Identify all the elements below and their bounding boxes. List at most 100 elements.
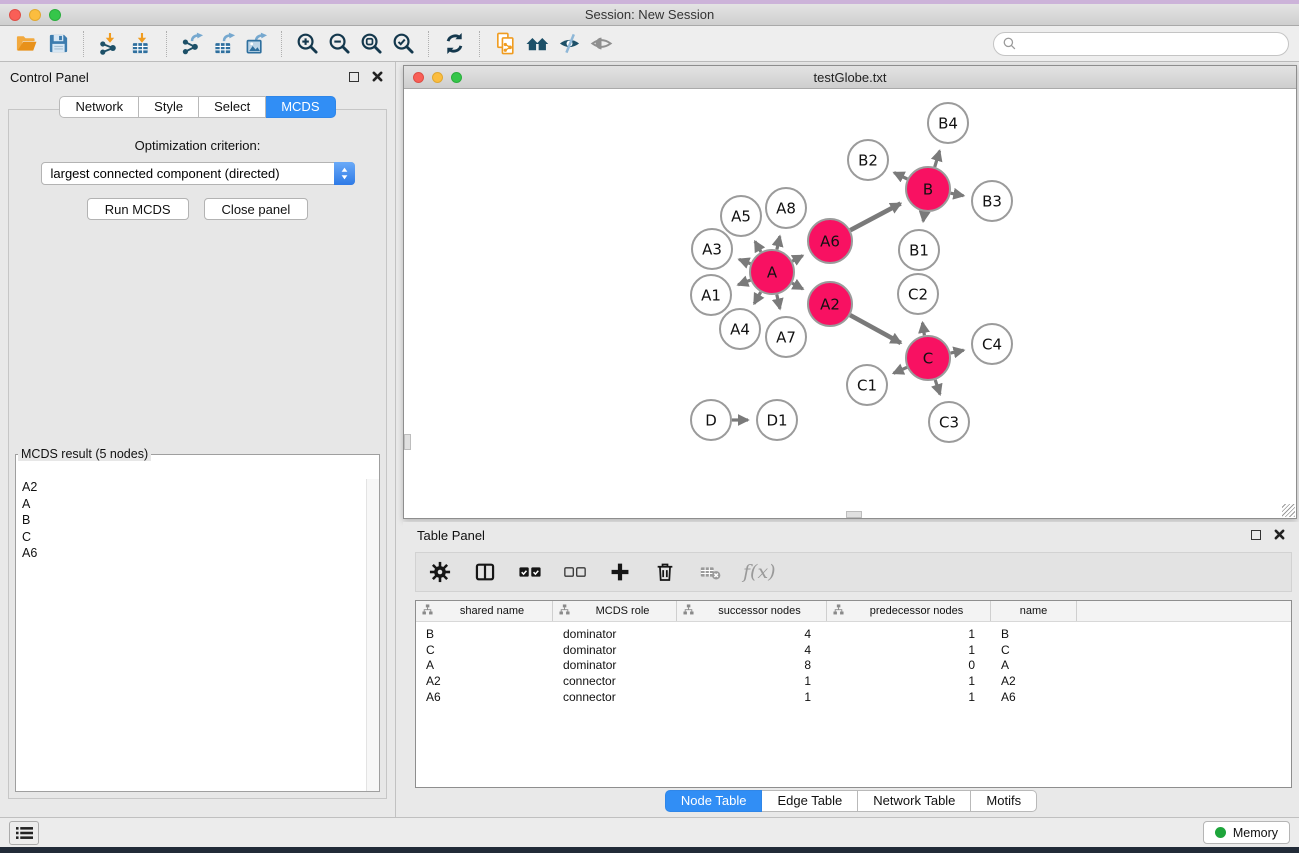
column-header-MCDS-role[interactable]: MCDS role <box>553 601 677 621</box>
export-network-icon[interactable] <box>176 30 208 58</box>
graph-node-A[interactable]: A <box>750 250 794 294</box>
table-tab-node-table[interactable]: Node Table <box>665 790 763 812</box>
graph-edge-C-C2[interactable] <box>923 323 925 336</box>
graph-edge-A-A4[interactable] <box>754 292 761 304</box>
graph-node-A6[interactable]: A6 <box>808 219 852 263</box>
graph-edge-B-B1[interactable] <box>923 212 924 222</box>
graph-edge-A-A3[interactable] <box>739 259 750 263</box>
close-panel-icon[interactable] <box>372 71 383 82</box>
table-row[interactable]: Adominator80A <box>416 658 1291 674</box>
run-mcds-button[interactable]: Run MCDS <box>87 198 189 220</box>
zoom-fit-icon[interactable] <box>355 30 387 58</box>
graph-node-A4[interactable]: A4 <box>720 309 760 349</box>
create-column-icon[interactable] <box>608 560 632 584</box>
close-window-button[interactable] <box>9 9 21 21</box>
graph-edge-A6-B[interactable] <box>850 204 900 231</box>
graph-edge-A-A5[interactable] <box>755 241 761 252</box>
graph-edge-B-B3[interactable] <box>951 193 964 196</box>
graph-node-B[interactable]: B <box>906 167 950 211</box>
mcds-result-item[interactable]: B <box>17 512 378 529</box>
zoom-selected-icon[interactable] <box>387 30 419 58</box>
close-panel-button[interactable]: Close panel <box>204 198 309 220</box>
graph-node-B3[interactable]: B3 <box>972 181 1012 221</box>
network-canvas[interactable]: A A1 A2 A3 A4 A5 A6 A7 A8 B B1 B2 B3B4 C C1 C2 C3C4 D D1 <box>404 90 1296 518</box>
graph-edge-C-C4[interactable] <box>951 350 964 353</box>
save-session-icon[interactable] <box>42 30 74 58</box>
table-tab-motifs[interactable]: Motifs <box>971 790 1037 812</box>
search-field[interactable] <box>993 32 1289 56</box>
float-table-panel-icon[interactable] <box>1251 530 1261 540</box>
float-panel-icon[interactable] <box>349 72 359 82</box>
network-minimize-button[interactable] <box>432 72 443 83</box>
search-input[interactable] <box>1022 37 1280 51</box>
graph-edge-B-B4[interactable] <box>935 151 940 167</box>
graph-edge-C-C3[interactable] <box>935 380 940 395</box>
zoom-out-icon[interactable] <box>323 30 355 58</box>
graph-edge-A-A6[interactable] <box>792 256 802 262</box>
graph-node-A2[interactable]: A2 <box>808 282 852 326</box>
zoom-window-button[interactable] <box>49 9 61 21</box>
graph-node-A7[interactable]: A7 <box>766 317 806 357</box>
mcds-result-item[interactable]: A <box>17 496 378 513</box>
window-resize-grip[interactable] <box>1282 504 1295 517</box>
graph-node-C[interactable]: C <box>906 336 950 380</box>
graph-node-D1[interactable]: D1 <box>757 400 797 440</box>
show-all-icon[interactable] <box>585 30 617 58</box>
column-header-predecessor-nodes[interactable]: predecessor nodes <box>827 601 991 621</box>
task-history-button[interactable] <box>9 821 39 845</box>
tab-select[interactable]: Select <box>199 96 266 118</box>
graph-node-A3[interactable]: A3 <box>692 229 732 269</box>
result-list-scrollbar[interactable] <box>366 479 379 791</box>
hide-selected-icon[interactable] <box>553 30 585 58</box>
graph-node-C3[interactable]: C3 <box>929 402 969 442</box>
mcds-result-item[interactable]: A6 <box>17 545 378 562</box>
show-columns-icon[interactable] <box>473 560 497 584</box>
tab-style[interactable]: Style <box>139 96 199 118</box>
column-header-successor-nodes[interactable]: successor nodes <box>677 601 827 621</box>
first-neighbors-icon[interactable] <box>521 30 553 58</box>
open-session-icon[interactable] <box>10 30 42 58</box>
import-network-icon[interactable] <box>93 30 125 58</box>
memory-button[interactable]: Memory <box>1203 821 1290 844</box>
unselect-all-columns-icon[interactable] <box>563 560 587 584</box>
mcds-result-item[interactable]: C <box>17 529 378 546</box>
graph-node-A8[interactable]: A8 <box>766 188 806 228</box>
graph-node-C2[interactable]: C2 <box>898 274 938 314</box>
select-all-columns-icon[interactable] <box>518 560 542 584</box>
tab-network[interactable]: Network <box>59 96 139 118</box>
graph-edge-A-A7[interactable] <box>777 295 780 309</box>
horizontal-scroll-handle[interactable] <box>846 511 862 518</box>
mcds-result-list[interactable]: A2ABCA6 <box>17 479 378 790</box>
graph-node-A1[interactable]: A1 <box>691 275 731 315</box>
table-row[interactable]: Bdominator41B <box>416 626 1291 642</box>
refresh-icon[interactable] <box>438 30 470 58</box>
network-graph[interactable]: A A1 A2 A3 A4 A5 A6 A7 A8 B B1 B2 B3B4 C C1 C2 C3C4 D D1 <box>404 90 1296 518</box>
graph-edge-A-A2[interactable] <box>792 283 803 289</box>
graph-node-A5[interactable]: A5 <box>721 196 761 236</box>
column-header-name[interactable]: name <box>991 601 1077 621</box>
tab-mcds[interactable]: MCDS <box>266 96 335 118</box>
export-image-icon[interactable] <box>240 30 272 58</box>
delete-table-icon[interactable] <box>698 560 722 584</box>
mcds-result-item[interactable]: A2 <box>17 479 378 496</box>
table-row[interactable]: A2connector11A2 <box>416 673 1291 689</box>
table-row[interactable]: Cdominator41C <box>416 642 1291 658</box>
criterion-select[interactable]: largest connected component (directed) <box>41 162 355 185</box>
table-tab-edge-table[interactable]: Edge Table <box>762 790 858 812</box>
copy-network-icon[interactable] <box>489 30 521 58</box>
column-header-shared-name[interactable]: shared name <box>416 601 553 621</box>
graph-edge-A-A8[interactable] <box>777 236 780 249</box>
export-table-icon[interactable] <box>208 30 240 58</box>
graph-node-C4[interactable]: C4 <box>972 324 1012 364</box>
graph-node-B2[interactable]: B2 <box>848 140 888 180</box>
graph-node-D[interactable]: D <box>691 400 731 440</box>
delete-columns-icon[interactable] <box>653 560 677 584</box>
zoom-in-icon[interactable] <box>291 30 323 58</box>
graph-edge-A-A1[interactable] <box>738 280 750 285</box>
graph-node-B4[interactable]: B4 <box>928 103 968 143</box>
minimize-window-button[interactable] <box>29 9 41 21</box>
graph-node-B1[interactable]: B1 <box>899 230 939 270</box>
network-zoom-button[interactable] <box>451 72 462 83</box>
graph-node-C1[interactable]: C1 <box>847 365 887 405</box>
table-row[interactable]: A6connector11A6 <box>416 689 1291 705</box>
